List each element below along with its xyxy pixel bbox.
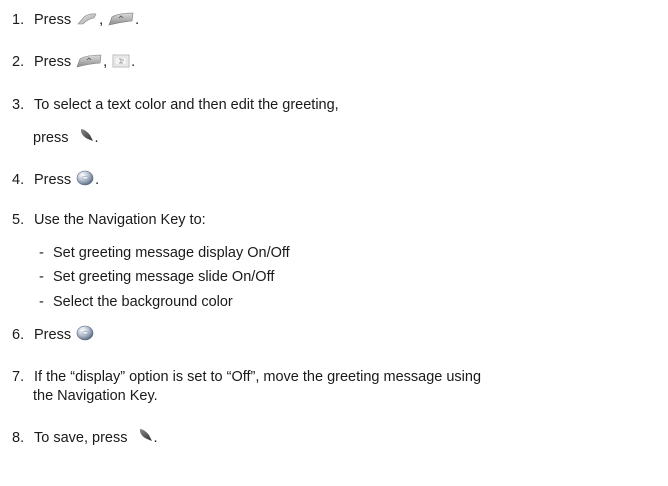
- step-text: Use the Navigation Key to:: [34, 212, 206, 228]
- display-menu-icon: [112, 54, 130, 68]
- step-5: 5. Use the Navigation Key to:: [12, 211, 206, 229]
- step-6: 6. Press: [12, 325, 95, 344]
- step-number: 6.: [12, 327, 25, 343]
- step-3-continuation: press .: [33, 128, 99, 146]
- step-text: To select a text color and then edit the…: [34, 97, 339, 113]
- step-number: 5.: [12, 212, 25, 228]
- sub-item: - Set greeting message slide On/Off: [39, 269, 275, 285]
- step-number: 7.: [12, 369, 25, 385]
- step-text: Press: [34, 54, 72, 70]
- right-soft-key-icon: [137, 428, 153, 444]
- step-number: 2.: [12, 54, 25, 70]
- step-number: 8.: [12, 430, 25, 446]
- step-number: 1.: [12, 12, 25, 28]
- step-8: 8. To save, press .: [12, 428, 158, 446]
- sub-item: - Set greeting message display On/Off: [39, 245, 290, 261]
- step-number: 3.: [12, 97, 25, 113]
- step-1: 1. Press , .: [12, 12, 140, 28]
- step-text: press: [33, 130, 69, 146]
- menu-key-icon: [108, 12, 134, 26]
- step-text: Press: [34, 172, 72, 188]
- right-soft-key-icon: [78, 128, 94, 144]
- step-7-continuation: the Navigation Key.: [33, 387, 158, 405]
- step-text: Press: [34, 327, 72, 343]
- step-text: Press: [34, 12, 72, 28]
- step-text: If the “display” option is set to “Off”,…: [34, 369, 482, 385]
- step-2: 2. Press , .: [12, 54, 136, 70]
- ok-key-icon: [76, 325, 94, 341]
- sub-item: - Select the background color: [39, 294, 233, 310]
- step-7: 7. If the “display” option is set to “Off…: [12, 368, 481, 386]
- left-soft-key-icon: [76, 12, 98, 26]
- ok-key-icon: [76, 170, 94, 186]
- step-text: To save, press: [34, 430, 128, 446]
- step-number: 4.: [12, 172, 25, 188]
- step-text: the Navigation Key.: [33, 388, 158, 404]
- step-3: 3. To select a text color and then edit t…: [12, 96, 339, 114]
- step-4: 4. Press .: [12, 170, 100, 188]
- menu-key-icon: [76, 54, 102, 68]
